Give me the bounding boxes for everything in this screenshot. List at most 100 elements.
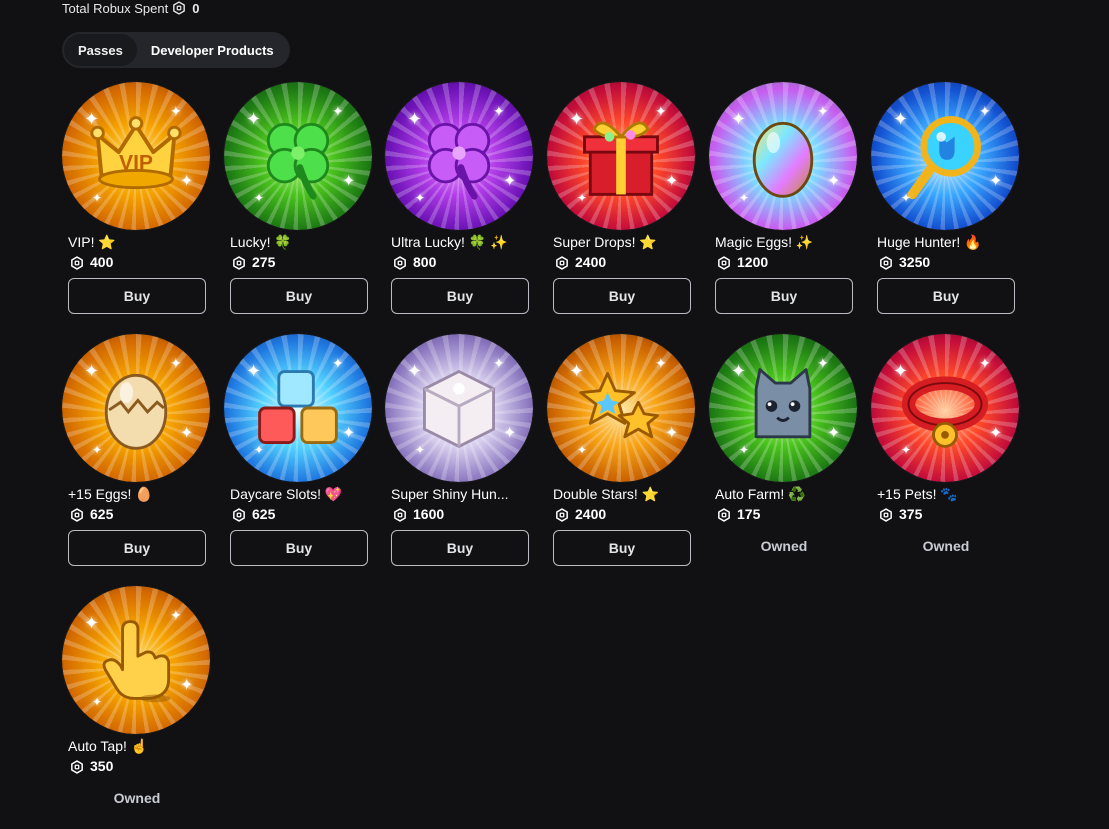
pass-name: Super Drops! ⭐ (553, 234, 657, 250)
buy-button[interactable]: Buy (68, 278, 206, 314)
buy-button[interactable]: Buy (391, 530, 529, 566)
pass-thumbnail[interactable]: VIP ✦ ✦ ✦ ✦ (62, 82, 210, 230)
sparkle-icon: ✦ (246, 109, 262, 129)
sparkle-icon: ✦ (665, 425, 679, 442)
buy-button[interactable]: Buy (715, 278, 853, 314)
pass-price: 175 (717, 506, 760, 523)
sparkle-icon: ✦ (415, 443, 426, 457)
price-value: 3250 (899, 254, 931, 270)
pass-thumbnail[interactable]: ✦ ✦ ✦ ✦ (224, 82, 372, 230)
price-value: 175 (737, 506, 761, 522)
price-value: 2400 (575, 254, 607, 270)
cracked-egg-icon (88, 360, 184, 456)
sparkle-icon: ✦ (92, 695, 103, 709)
total-robux-spent: Total Robux Spent 0 (62, 0, 199, 16)
purple-clover-icon (411, 108, 507, 204)
pass-price: 625 (232, 506, 275, 523)
buy-button[interactable]: Buy (230, 530, 368, 566)
pass-card: ✦ ✦ ✦ ✦ Huge Hunter! 🔥 3250 Buy (871, 82, 1021, 322)
pass-thumbnail[interactable]: ✦ ✦ ✦ ✦ (871, 82, 1019, 230)
robux-icon (555, 255, 569, 270)
pass-card: VIP ✦ ✦ ✦ ✦ VIP! ⭐ 400 Buy (62, 82, 212, 322)
price-value: 400 (90, 254, 114, 270)
robux-icon (393, 255, 407, 270)
robux-icon (70, 759, 84, 774)
buy-button[interactable]: Buy (230, 278, 368, 314)
robux-icon (555, 507, 569, 522)
buy-button[interactable]: Buy (877, 278, 1015, 314)
sparkle-icon: ✦ (246, 361, 262, 381)
pet-collar-icon (897, 360, 993, 456)
pass-thumbnail[interactable]: ✦ ✦ ✦ ✦ (385, 334, 533, 482)
pass-name: Lucky! 🍀 (230, 234, 292, 250)
sparkle-icon: ✦ (170, 103, 182, 119)
pass-thumbnail[interactable]: ✦ ✦ ✦ ✦ (224, 334, 372, 482)
tab-passes[interactable]: Passes (64, 34, 137, 66)
sparkle-icon: ✦ (893, 361, 909, 381)
pass-thumbnail[interactable]: ✦ ✦ ✦ ✦ (62, 586, 210, 734)
sparkle-icon: ✦ (731, 361, 747, 381)
sparkle-icon: ✦ (92, 443, 103, 457)
pass-name: Auto Farm! ♻️ (715, 486, 806, 502)
pass-price: 1200 (717, 254, 768, 271)
pass-price: 3250 (879, 254, 930, 271)
blocks-icon (250, 360, 346, 456)
sparkle-icon: ✦ (989, 173, 1003, 190)
pass-thumbnail[interactable]: ✦ ✦ ✦ ✦ (547, 334, 695, 482)
robux-icon (393, 507, 407, 522)
rainbow-egg-icon (735, 108, 831, 204)
sparkle-icon: ✦ (170, 355, 182, 371)
sparkle-icon: ✦ (180, 677, 194, 694)
robux-icon (879, 507, 893, 522)
sparkle-icon: ✦ (817, 355, 829, 371)
sparkle-icon: ✦ (332, 355, 344, 371)
owned-label: Owned (760, 538, 808, 554)
price-value: 1200 (737, 254, 769, 270)
sparkle-icon: ✦ (415, 191, 426, 205)
pass-thumbnail[interactable]: ✦ ✦ ✦ ✦ (62, 334, 210, 482)
pass-price: 2400 (555, 254, 606, 271)
total-robux-value: 0 (192, 0, 200, 16)
pass-card: ✦ ✦ ✦ ✦ Magic Eggs! ✨ 1200 Buy (709, 82, 859, 322)
robux-icon (717, 255, 731, 270)
tap-hand-icon (88, 612, 184, 708)
pass-thumbnail[interactable]: ✦ ✦ ✦ ✦ (709, 334, 857, 482)
pass-name: Super Shiny Hun... (391, 486, 509, 502)
pass-name: Auto Tap! ☝️ (68, 738, 149, 754)
sparkle-icon: ✦ (342, 173, 356, 190)
sparkle-icon: ✦ (180, 173, 194, 190)
sparkle-icon: ✦ (979, 355, 991, 371)
pass-thumbnail[interactable]: ✦ ✦ ✦ ✦ (385, 82, 533, 230)
price-value: 350 (90, 758, 114, 774)
pass-price: 275 (232, 254, 275, 271)
sparkle-icon: ✦ (84, 613, 100, 633)
buy-button[interactable]: Buy (391, 278, 529, 314)
sparkle-icon: ✦ (655, 103, 667, 119)
pass-card: ✦ ✦ ✦ ✦ Auto Farm! ♻️ 175 Owned (709, 334, 859, 574)
pass-name: +15 Eggs! 🥚 (68, 486, 153, 502)
sparkle-icon: ✦ (569, 109, 585, 129)
sparkle-icon: ✦ (254, 443, 265, 457)
buy-button[interactable]: Buy (553, 530, 691, 566)
pass-card: ✦ ✦ ✦ ✦ Auto Tap! ☝️ 350 Owned (62, 586, 212, 826)
buy-button[interactable]: Buy (68, 530, 206, 566)
buy-button[interactable]: Buy (553, 278, 691, 314)
cat-pet-icon (735, 360, 831, 456)
sparkle-icon: ✦ (407, 361, 423, 381)
pass-thumbnail[interactable]: ✦ ✦ ✦ ✦ (871, 334, 1019, 482)
pass-price: 375 (879, 506, 922, 523)
pass-name: +15 Pets! 🐾 (877, 486, 958, 502)
pass-price: 800 (393, 254, 436, 271)
pass-name: Magic Eggs! ✨ (715, 234, 814, 250)
pass-card: ✦ ✦ ✦ ✦ Double Stars! ⭐ 2400 Buy (547, 334, 697, 574)
pass-card: ✦ ✦ ✦ ✦ Super Drops! ⭐ 2400 Buy (547, 82, 697, 322)
pass-thumbnail[interactable]: ✦ ✦ ✦ ✦ (547, 82, 695, 230)
sparkle-icon: ✦ (493, 355, 505, 371)
pass-thumbnail[interactable]: ✦ ✦ ✦ ✦ (709, 82, 857, 230)
pass-name: Double Stars! ⭐ (553, 486, 660, 502)
total-robux-label: Total Robux Spent (62, 0, 169, 16)
sparkle-icon: ✦ (665, 173, 679, 190)
tab-developer-products[interactable]: Developer Products (137, 34, 288, 66)
pass-price: 2400 (555, 506, 606, 523)
price-value: 625 (252, 506, 276, 522)
